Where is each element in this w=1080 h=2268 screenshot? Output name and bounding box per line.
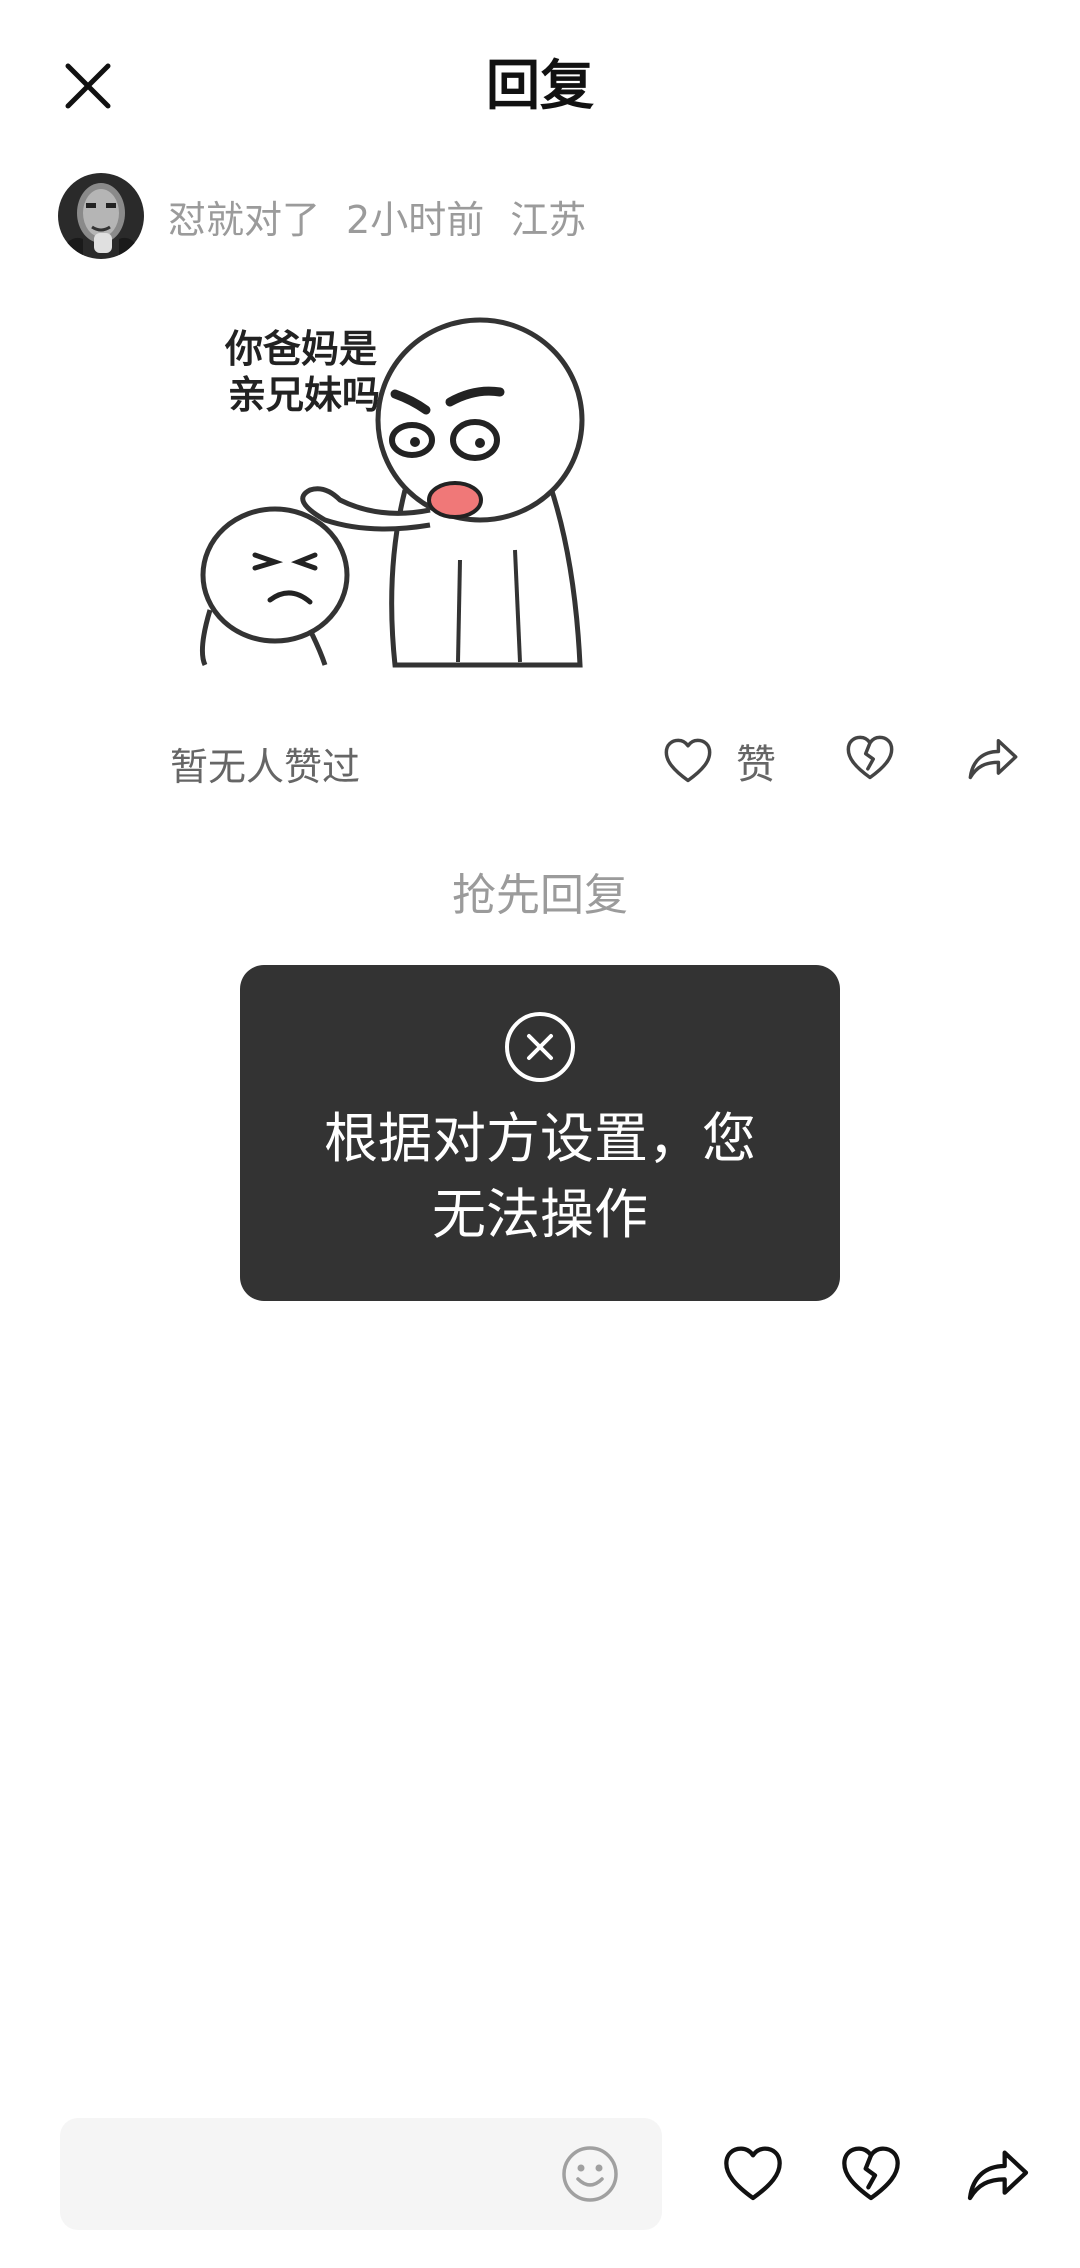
avatar[interactable] [58, 173, 144, 259]
author-name[interactable]: 怼就对了 [168, 189, 320, 244]
author-meta: 怼就对了 2小时前 江苏 [168, 189, 612, 244]
share-icon [968, 738, 1018, 780]
circle-x-icon [505, 1012, 575, 1082]
share-icon [967, 2150, 1029, 2201]
post-location: 江苏 [510, 197, 587, 242]
broken-heart-icon [846, 735, 894, 780]
reply-sheet: 回复 怼就对了 2小时前 江苏 你爸妈是 亲兄妹吗 暂无人赞过 赞 抢先回复 根… [0, 0, 1080, 2268]
share-button[interactable] [966, 732, 1020, 788]
toast-line-1: 根据对方设置，您 [324, 1107, 756, 1170]
action-row: 暂无人赞过 赞 [0, 720, 1080, 800]
toast-line-2: 无法操作 [432, 1183, 648, 1246]
bottom-bar [0, 2110, 1080, 2240]
toast-text: 根据对方设置，您 无法操作 [280, 1101, 800, 1253]
heart-icon [724, 2146, 782, 2201]
sticker-caption-line1: 你爸妈是 [224, 327, 377, 371]
first-reply-prompt[interactable]: 抢先回复 [0, 866, 1080, 926]
heart-icon [664, 738, 712, 783]
sticker-image[interactable]: 你爸妈是 亲兄妹吗 [190, 310, 590, 670]
page-title: 回复 [486, 54, 594, 117]
broken-heart-icon [842, 2146, 900, 2201]
header: 回复 [0, 0, 1080, 170]
like-button[interactable]: 赞 [662, 732, 776, 790]
emoji-icon [562, 2146, 618, 2202]
sticker-caption-line2: 亲兄妹吗 [228, 373, 380, 417]
bottom-like-button[interactable] [720, 2142, 786, 2210]
bottom-dislike-button[interactable] [838, 2142, 904, 2210]
toast-message: 根据对方设置，您 无法操作 [240, 965, 840, 1301]
likes-status: 暂无人赞过 [170, 745, 361, 789]
post-time: 2小时前 [346, 197, 485, 242]
like-label: 赞 [736, 742, 776, 788]
author-row: 怼就对了 2小时前 江苏 [58, 172, 612, 260]
emoji-button[interactable] [560, 2144, 620, 2204]
dislike-button[interactable] [844, 732, 896, 788]
bottom-share-button[interactable] [964, 2142, 1032, 2210]
